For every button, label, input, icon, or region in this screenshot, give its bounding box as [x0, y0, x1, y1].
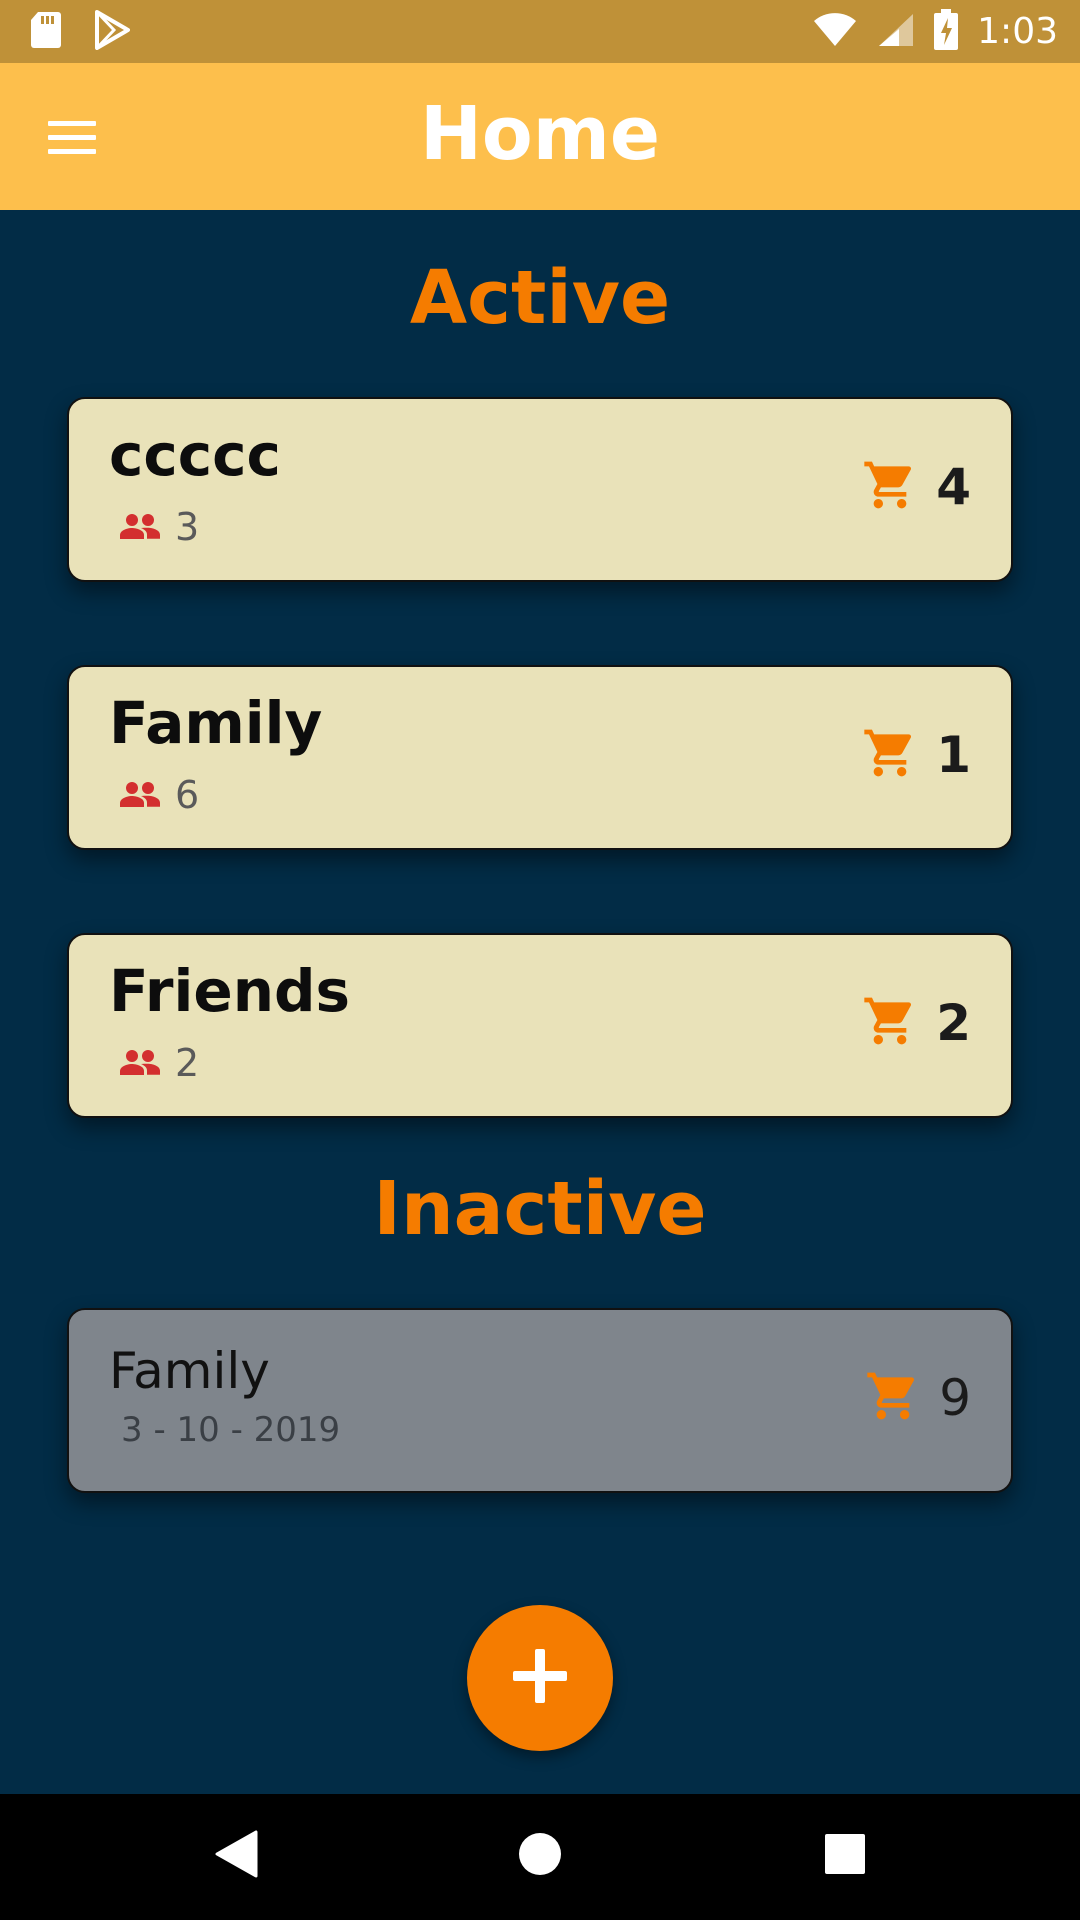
cart-icon: [862, 725, 918, 785]
active-list-card[interactable]: Family 6 1: [67, 665, 1013, 850]
status-left-icons: [30, 10, 130, 54]
items-info: 2: [862, 993, 971, 1053]
play-store-icon: [94, 10, 130, 54]
members-count: 2: [175, 1041, 200, 1085]
add-icon: [511, 1647, 569, 1709]
list-name: ccccc: [109, 421, 281, 489]
cart-icon: [862, 993, 918, 1053]
cart-icon: [865, 1368, 921, 1428]
members-count: 6: [175, 773, 200, 817]
members-icon: [119, 505, 161, 549]
app-bar: Home: [0, 63, 1080, 210]
items-info: 9: [865, 1368, 971, 1428]
items-count: 1: [936, 726, 971, 784]
page-title: Home: [419, 91, 661, 177]
members-info: 2: [119, 1041, 199, 1085]
back-icon[interactable]: [214, 1829, 258, 1883]
list-date: 3 - 10 - 2019: [121, 1410, 340, 1450]
items-count: 4: [936, 458, 971, 516]
items-info: 1: [862, 725, 971, 785]
wifi-icon: [813, 12, 857, 52]
items-info: 4: [862, 457, 971, 517]
inactive-list-card[interactable]: Family 3 - 10 - 2019 9: [67, 1308, 1013, 1493]
system-nav-bar: [0, 1794, 1080, 1920]
active-section-title: Active: [409, 255, 671, 341]
members-info: 6: [119, 773, 199, 817]
active-list-card[interactable]: Friends 2 2: [67, 933, 1013, 1118]
members-icon: [119, 773, 161, 817]
status-clock: 1:03: [977, 11, 1058, 52]
list-name: Family: [109, 689, 323, 757]
status-right-icons: 1:03: [813, 0, 1058, 63]
add-list-button[interactable]: [467, 1605, 613, 1751]
inactive-section-title: Inactive: [373, 1166, 707, 1252]
battery-charging-icon: [933, 8, 959, 55]
date-text: 3 - 10 - 2019: [121, 1410, 341, 1450]
members-count: 3: [175, 505, 200, 549]
active-list-card[interactable]: ccccc 3 4: [67, 397, 1013, 582]
members-icon: [119, 1041, 161, 1085]
home-icon[interactable]: [518, 1832, 562, 1880]
recents-icon[interactable]: [824, 1833, 866, 1879]
items-count: 9: [939, 1369, 971, 1427]
items-count: 2: [936, 994, 971, 1052]
signal-icon: [875, 12, 915, 52]
status-bar: 1:03: [0, 0, 1080, 63]
members-info: 3: [119, 505, 199, 549]
cart-icon: [862, 457, 918, 517]
list-name: Friends: [109, 957, 351, 1025]
sd-card-icon: [30, 10, 62, 54]
list-name: Family: [109, 1342, 270, 1400]
